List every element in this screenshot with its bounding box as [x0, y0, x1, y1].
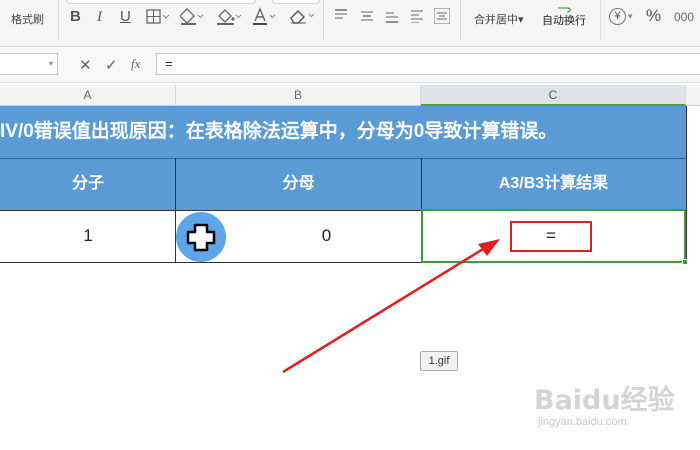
font-color-icon[interactable] — [252, 7, 278, 30]
fill-bucket-icon[interactable] — [216, 7, 242, 30]
column-header-next[interactable] — [686, 85, 700, 106]
font-size-dropdown-edge[interactable] — [272, 0, 320, 4]
percent-icon[interactable]: % — [646, 7, 661, 24]
align-left-icon[interactable] — [410, 9, 424, 28]
currency-icon[interactable]: ¥ — [609, 8, 626, 25]
watermark-logo-text: Baidu经验 — [534, 385, 675, 416]
font-name-dropdown-edge[interactable] — [66, 0, 256, 4]
fill-color-icon[interactable] — [179, 8, 204, 31]
bold-icon[interactable]: B — [70, 9, 81, 25]
column-header-c[interactable]: C — [421, 85, 686, 106]
align-center-icon[interactable] — [433, 7, 451, 29]
grid-line — [0, 158, 686, 159]
borders-icon[interactable] — [146, 9, 170, 30]
column-header-b[interactable]: B — [176, 85, 421, 106]
header-cell-result[interactable]: A3/B3计算结果 — [421, 158, 686, 210]
insert-function-icon[interactable]: fx — [131, 56, 140, 72]
title-cell[interactable]: IV/0错误值出现原因：在表格除法运算中，分母为0导致计算错误。 — [0, 106, 686, 158]
header-cell-denominator[interactable]: 分母 — [176, 158, 421, 210]
cancel-icon[interactable]: ✕ — [79, 56, 92, 74]
align-top-icon[interactable] — [334, 9, 348, 28]
baidu-watermark: Baidu经验 jingyan.baidu.com — [534, 378, 684, 438]
merge-center-label: 合并居中 — [474, 14, 518, 26]
grid-line — [686, 106, 687, 263]
data-cell-a3[interactable]: 1 — [0, 210, 176, 262]
merge-center-button[interactable]: 合并居中▾ — [474, 11, 524, 27]
title-text: IV/0错误值出现原因：在表格除法运算中，分母为0导致计算错误。 — [0, 121, 558, 142]
formula-input[interactable]: = — [156, 53, 700, 75]
header-cell-numerator[interactable]: 分子 — [0, 158, 176, 210]
chevron-down-icon[interactable]: ▾ — [628, 11, 633, 22]
svg-text:000: 000 — [674, 10, 694, 23]
align-bottom-icon[interactable] — [385, 9, 399, 28]
confirm-icon[interactable]: ✓ — [105, 56, 118, 74]
ribbon-divider — [600, 0, 601, 40]
format-painter-button[interactable]: 格式刷 — [11, 11, 44, 27]
comma-style-icon[interactable]: 000 — [674, 9, 696, 28]
cursor-highlight — [176, 212, 226, 262]
gif-label: 1.gif — [420, 351, 458, 371]
watermark-url: jingyan.baidu.com — [538, 416, 627, 428]
align-middle-icon[interactable] — [360, 9, 374, 28]
chevron-down-icon[interactable]: ▾ — [49, 59, 53, 68]
formula-bar: ▾ ✕ ✓ fx = — [0, 47, 700, 83]
move-cursor-icon — [186, 223, 216, 252]
ribbon-divider — [58, 0, 59, 40]
highlight-box — [510, 221, 592, 252]
italic-icon[interactable]: I — [97, 9, 102, 25]
chevron-down-icon[interactable]: ▾ — [518, 14, 524, 26]
fill-handle[interactable] — [682, 259, 688, 265]
ribbon-divider — [460, 0, 461, 40]
toolbar-ribbon: 格式刷 B I U 合并居中▾ 自动换行 ¥ ▾ % 000 — [0, 0, 700, 47]
column-header-a[interactable]: A — [0, 85, 176, 106]
name-box[interactable]: ▾ — [0, 53, 58, 75]
clear-format-icon[interactable] — [288, 8, 316, 29]
wrap-text-button[interactable]: 自动换行 — [542, 12, 586, 28]
underline-icon[interactable]: U — [120, 9, 131, 25]
ribbon-divider — [323, 0, 324, 40]
